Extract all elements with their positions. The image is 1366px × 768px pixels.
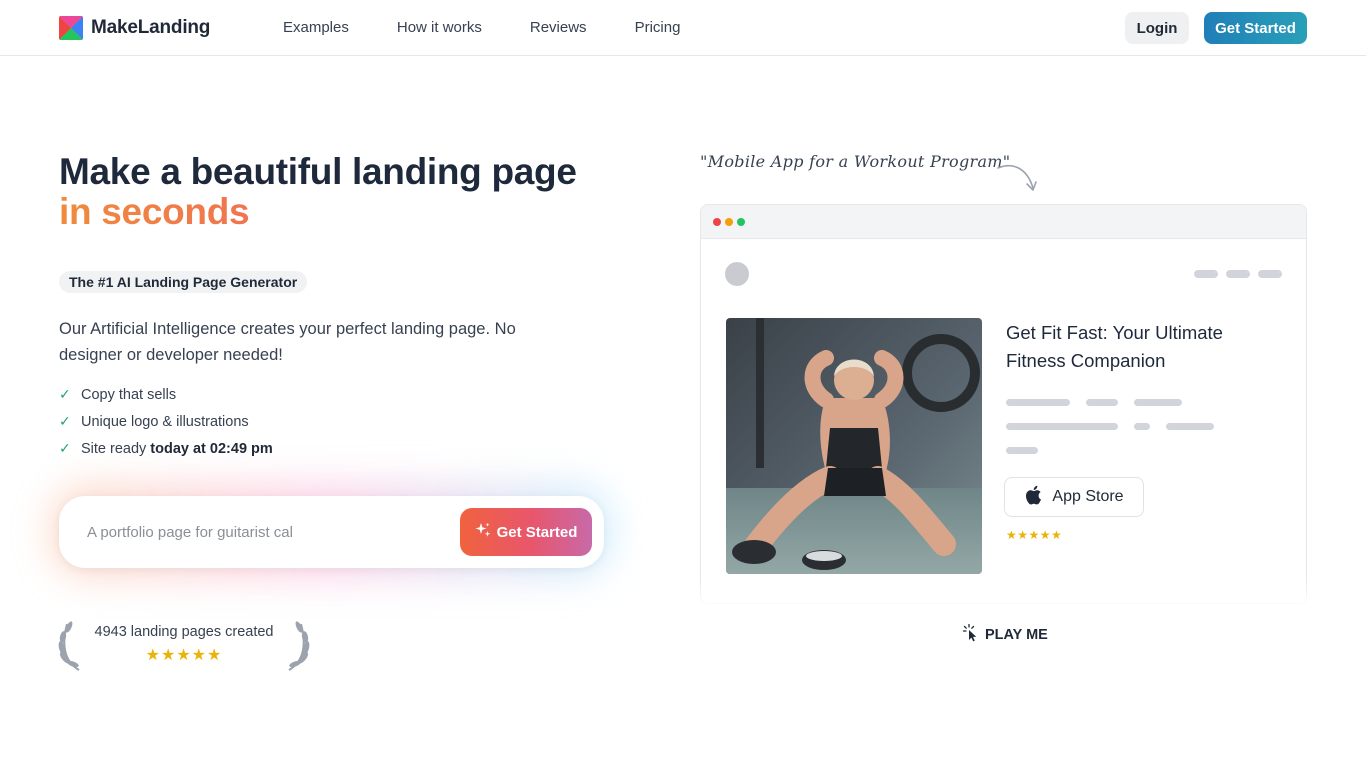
minimize-dot-icon — [725, 218, 733, 226]
feature-text: Unique logo & illustrations — [81, 413, 249, 430]
play-me-label: PLAY ME — [985, 627, 1048, 643]
laurel-right-icon — [288, 621, 310, 671]
hero-description: Our Artificial Intelligence creates your… — [59, 320, 516, 364]
brand-name: MakeLanding — [91, 17, 211, 38]
logo-icon — [59, 16, 83, 40]
nav-examples[interactable]: Examples — [283, 19, 349, 36]
prompt-form: Get Started — [59, 496, 604, 568]
nav-pricing[interactable]: Pricing — [635, 19, 681, 36]
apple-icon — [1024, 485, 1042, 510]
check-icon: ✓ — [59, 440, 71, 456]
nav-how-it-works[interactable]: How it works — [397, 19, 482, 36]
feature-text: Site ready — [81, 440, 147, 457]
browser-titlebar — [701, 205, 1306, 239]
pages-created-count: 4943 landing pages created — [94, 624, 274, 640]
mock-text-placeholder — [1134, 423, 1150, 430]
hero-title-line1: Make a beautiful landing page — [59, 151, 577, 192]
nav-reviews[interactable]: Reviews — [530, 19, 587, 36]
sparkle-icon — [475, 522, 491, 542]
fitness-photo — [726, 318, 982, 574]
example-prompt-note: "Mobile App for a Workout Program" — [700, 152, 1011, 171]
close-dot-icon — [713, 218, 721, 226]
feature-item: ✓ Unique logo & illustrations — [59, 408, 273, 435]
app-store-label: App Store — [1052, 488, 1124, 505]
mock-text-placeholder — [1166, 423, 1214, 430]
mock-text-placeholder — [1006, 447, 1038, 454]
hero-title-accent: in seconds — [59, 192, 577, 232]
cursor-click-icon — [962, 623, 979, 646]
mock-menu-placeholder — [1194, 270, 1218, 278]
prompt-get-started-button[interactable]: Get Started — [460, 508, 592, 556]
tagline-badge: The #1 AI Landing Page Generator — [59, 271, 308, 293]
feature-text: Copy that sells — [81, 386, 177, 403]
brand-logo[interactable]: MakeLanding — [59, 16, 210, 40]
prompt-input[interactable] — [87, 520, 447, 544]
header-get-started-button[interactable]: Get Started — [1204, 12, 1307, 44]
preview-fade — [684, 580, 1324, 620]
mock-logo-placeholder — [725, 262, 749, 286]
main-nav: Examples How it works Reviews Pricing — [283, 19, 680, 36]
top-header: MakeLanding Examples How it works Review… — [0, 0, 1366, 56]
mock-menu-placeholder — [1226, 270, 1250, 278]
mock-text-placeholder — [1086, 399, 1118, 406]
login-button[interactable]: Login — [1125, 12, 1189, 44]
rating-stars: ★★★★★ — [145, 647, 223, 664]
prompt-button-label: Get Started — [496, 523, 578, 541]
check-icon: ✓ — [59, 413, 71, 429]
feature-item: ✓ Copy that sells — [59, 381, 273, 408]
mock-text-placeholder — [1006, 399, 1070, 406]
curved-arrow-icon — [997, 164, 1037, 191]
mock-headline: Get Fit Fast: Your Ultimate Fitness Comp… — [1006, 322, 1223, 371]
play-me-button[interactable]: PLAY ME — [962, 623, 1048, 646]
ready-time: today at 02:49 pm — [150, 440, 273, 457]
feature-item: ✓ Site ready today at 02:49 pm — [59, 435, 273, 462]
maximize-dot-icon — [737, 218, 745, 226]
mock-text-placeholder — [1134, 399, 1182, 406]
hero-title: Make a beautiful landing page in seconds — [59, 152, 577, 232]
mock-menu-placeholder — [1258, 270, 1282, 278]
mock-text-placeholder — [1006, 423, 1118, 430]
mock-app-store-button[interactable]: App Store — [1004, 477, 1144, 517]
check-icon: ✓ — [59, 386, 71, 402]
mock-rating-stars: ★★★★★ — [1006, 528, 1063, 542]
laurel-left-icon — [58, 621, 80, 671]
preview-browser-window: Get Fit Fast: Your Ultimate Fitness Comp… — [700, 204, 1307, 604]
feature-list: ✓ Copy that sells ✓ Unique logo & illust… — [59, 381, 273, 462]
